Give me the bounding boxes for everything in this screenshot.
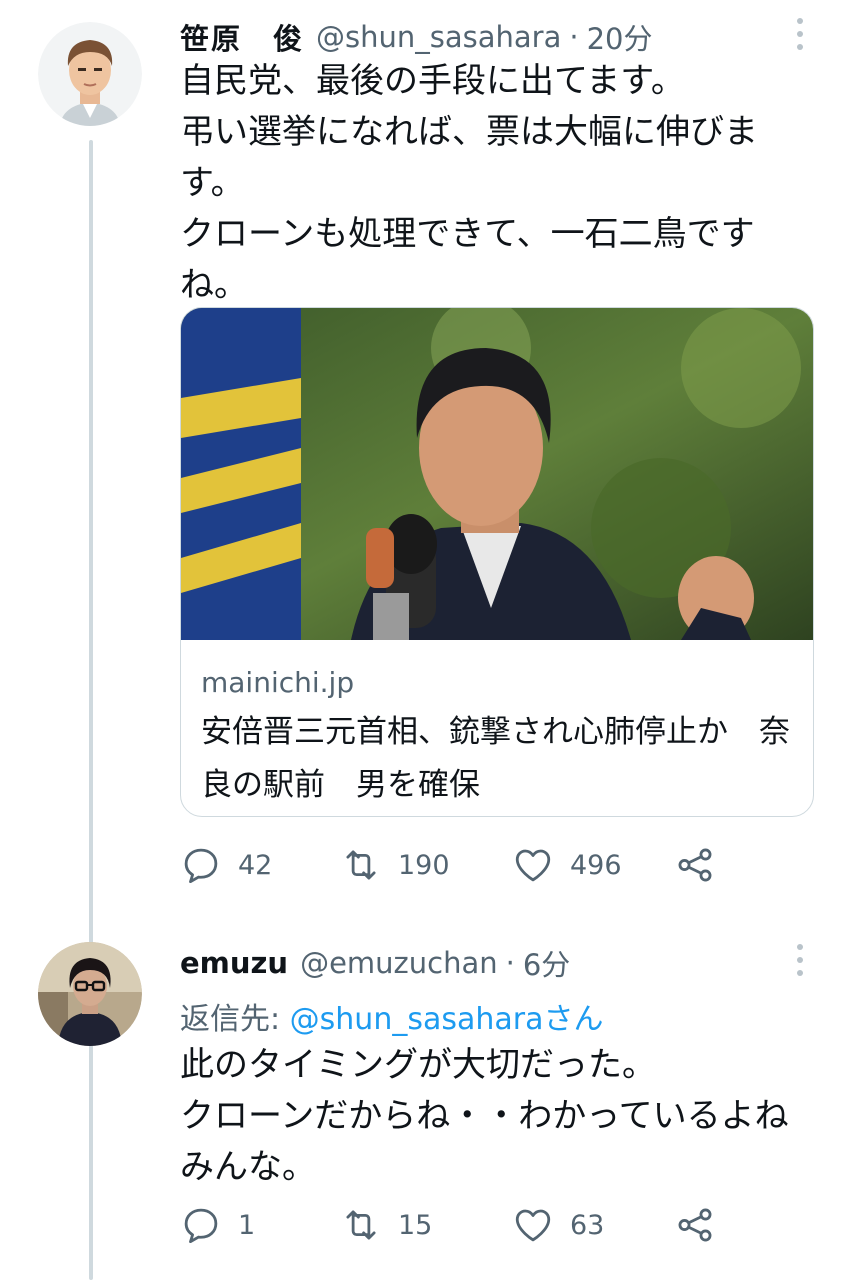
tweet-header: emuzu @emuzuchan · 6分 [180,940,570,986]
tweet-text: 此のタイミングが大切だった。 クローンだからね・・わかっているよね みんな。 [180,1045,789,1187]
display-name[interactable]: 笹原 俊 [180,16,304,58]
reply-icon [184,1208,218,1244]
like-count: 63 [570,1209,605,1241]
display-name[interactable]: emuzu [180,946,288,980]
tweet-text: 自民党、最後の手段に出てます。 弔い選挙になれば、票は大幅に伸びます。 クローン… [180,61,758,305]
thread-line [89,140,93,1280]
reply-mention-link[interactable]: @shun_sasahara [290,1002,544,1037]
reply-suffix: さん [543,1002,604,1037]
tweet-header: 笹原 俊 @shun_sasahara · 20分 [180,14,653,60]
reply-prefix: 返信先: [180,1002,290,1037]
like-count: 496 [570,849,622,881]
reply-count: 42 [238,849,273,881]
card-image [181,308,813,640]
more-vertical-icon[interactable] [790,14,810,54]
separator-dot: · [569,20,579,54]
retweet-icon [346,1210,376,1240]
more-vertical-icon[interactable] [790,940,810,980]
share-icon [678,1208,712,1242]
reply-button[interactable]: 42 [180,840,272,890]
card-title: 安倍晋三元首相、銃撃され心肺停止か 奈良の駅前 男を確保 [201,714,790,803]
retweet-button[interactable]: 15 [340,1200,432,1250]
retweet-icon [346,850,376,880]
timestamp[interactable]: 20分 [587,16,653,58]
heart-icon [515,849,551,882]
heart-icon [515,1209,551,1242]
avatar[interactable] [38,942,142,1046]
separator-dot: · [505,946,515,980]
retweet-button[interactable]: 190 [340,840,450,890]
retweet-count: 190 [398,849,450,881]
user-handle[interactable]: @emuzuchan [300,946,498,980]
share-button[interactable] [674,1200,716,1250]
timestamp[interactable]: 6分 [523,942,570,984]
share-button[interactable] [674,840,716,890]
card-domain: mainichi.jp [201,666,355,699]
link-card[interactable]: mainichi.jp 安倍晋三元首相、銃撃され心肺停止か 奈良の駅前 男を確保 [180,307,814,817]
like-button[interactable]: 496 [512,840,622,890]
like-button[interactable]: 63 [512,1200,604,1250]
share-icon [678,848,712,882]
reply-icon [184,848,218,884]
reply-button[interactable]: 1 [180,1200,255,1250]
user-handle[interactable]: @shun_sasahara [316,20,561,54]
reply-context: 返信先: @shun_sasaharaさん [180,994,603,1038]
tweet-actions: 42 190 496 [180,840,740,890]
avatar[interactable] [38,22,142,126]
retweet-count: 15 [398,1209,433,1241]
tweet-actions: 1 15 63 [180,1200,740,1250]
reply-count: 1 [238,1209,256,1241]
